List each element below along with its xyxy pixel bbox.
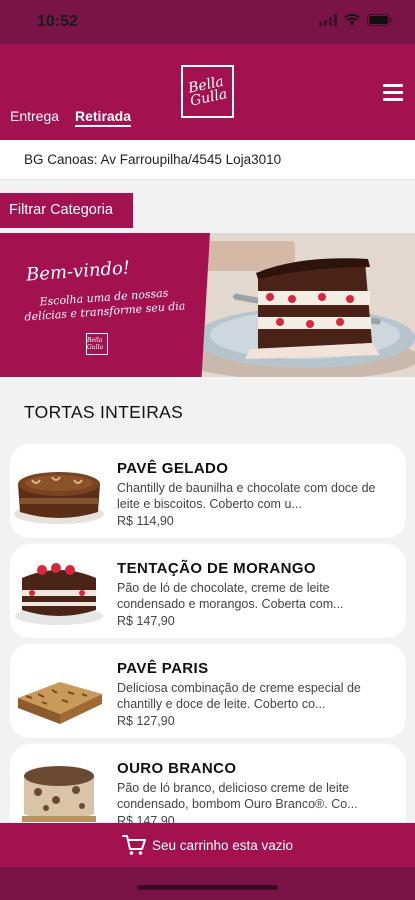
status-icons bbox=[319, 14, 393, 26]
cart-status-label: Seu carrinho esta vazio bbox=[151, 837, 294, 853]
battery-icon bbox=[367, 14, 393, 26]
product-name: PAVÊ GELADO bbox=[117, 460, 229, 477]
section-title: TORTAS INTEIRAS bbox=[24, 402, 184, 422]
signal-icon bbox=[319, 14, 337, 26]
product-description: Deliciosa combinação de creme especial d… bbox=[117, 681, 361, 711]
cart-icon bbox=[121, 835, 146, 855]
app-header: Bella Gulla Entrega Retirada bbox=[0, 44, 415, 140]
product-description: Pão de ló branco, delicioso creme de lei… bbox=[117, 781, 358, 811]
logo-text: Bella Gulla bbox=[186, 73, 229, 110]
home-indicator[interactable] bbox=[137, 885, 278, 890]
menu-icon[interactable] bbox=[383, 84, 403, 101]
product-description: Chantilly de baunilha e chocolate com do… bbox=[117, 481, 376, 511]
tab-retirada[interactable]: Retirada bbox=[75, 108, 132, 127]
product-card[interactable]: PAVÊ PARIS Deliciosa combinação de creme… bbox=[10, 644, 406, 738]
bottom-safe-area bbox=[0, 867, 415, 900]
product-image bbox=[18, 682, 102, 724]
cart-bar[interactable]: Seu carrinho esta vazio bbox=[0, 823, 415, 867]
store-selector[interactable]: BG Canoas: Av Farroupilha/4545 Loja3010 bbox=[0, 140, 415, 180]
product-price: R$ 147,90 bbox=[117, 614, 175, 628]
status-time: 10:52 bbox=[37, 13, 78, 30]
banner-logo: Bella Gulla bbox=[86, 333, 108, 355]
tab-entrega[interactable]: Entrega bbox=[10, 108, 59, 124]
product-image bbox=[22, 766, 96, 822]
brand-logo[interactable]: Bella Gulla bbox=[181, 65, 234, 118]
product-card[interactable]: TENTAÇÃO DE MORANGO Pão de ló de chocola… bbox=[10, 544, 406, 638]
product-name: OURO BRANCO bbox=[117, 760, 237, 777]
product-description: Pão de ló de chocolate, creme de leite c… bbox=[117, 581, 344, 611]
filter-category-button[interactable]: Filtrar Categoria bbox=[0, 193, 133, 228]
status-bar: 10:52 bbox=[0, 0, 415, 44]
wifi-icon bbox=[344, 14, 360, 25]
store-name: BG Canoas: Av Farroupilha/4545 Loja3010 bbox=[24, 152, 282, 167]
product-name: TENTAÇÃO DE MORANGO bbox=[117, 560, 316, 577]
banner-logo-text: Bella Gulla bbox=[87, 337, 104, 351]
product-card[interactable]: PAVÊ GELADO Chantilly de baunilha e choc… bbox=[10, 444, 406, 538]
product-price: R$ 127,90 bbox=[117, 714, 175, 728]
product-image bbox=[14, 472, 104, 524]
product-price: R$ 114,90 bbox=[117, 514, 174, 528]
product-name: PAVÊ PARIS bbox=[117, 660, 209, 677]
product-image bbox=[15, 563, 103, 625]
welcome-banner[interactable]: Bem-vindo! Escolha uma de nossas delícia… bbox=[0, 233, 415, 377]
